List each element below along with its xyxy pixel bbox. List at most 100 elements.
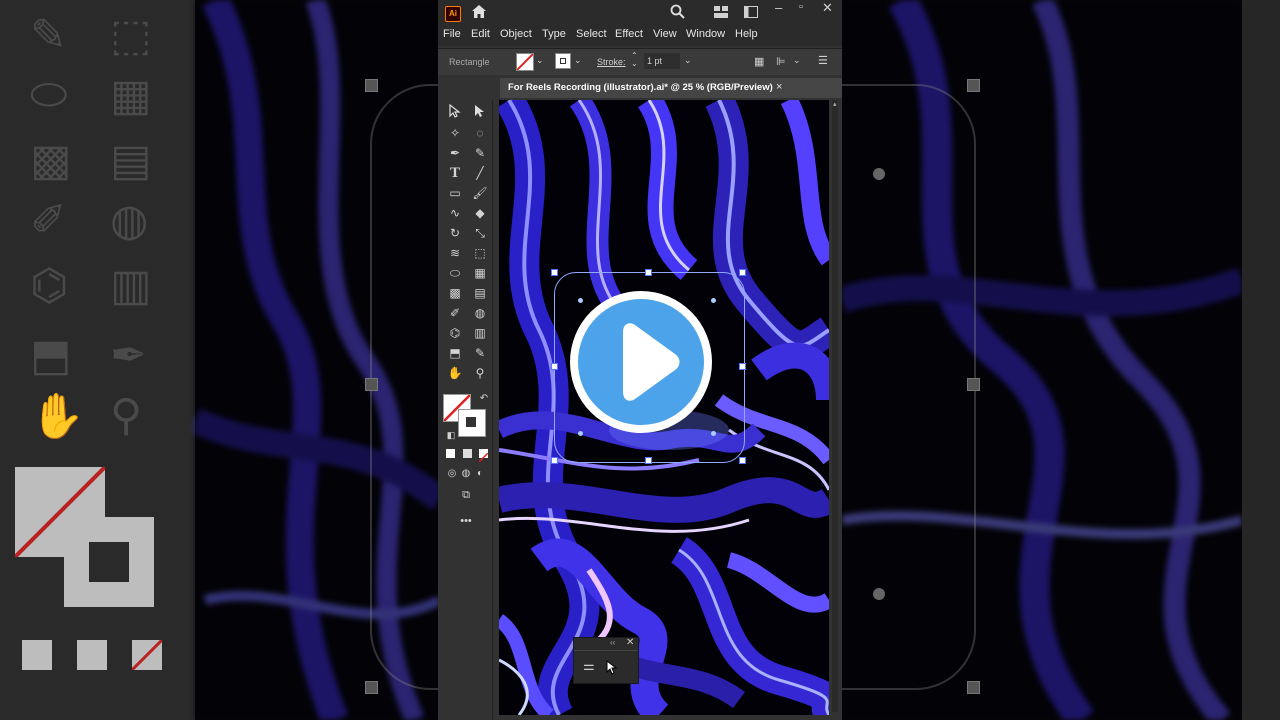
eyedropper-tool-icon[interactable]: ✐ [445,304,465,322]
transform-handle[interactable] [739,457,746,464]
control-bar-menu-icon[interactable]: ☰ [818,54,828,67]
edit-toolbar-icon[interactable]: ••• [456,512,476,530]
artboard-tool-icon[interactable]: ⬒ [445,344,465,362]
transform-handle[interactable] [645,269,652,276]
blurred-perspective-icon: ▦ [110,71,152,120]
title-bar: Ai – ▫ ✕ [438,0,842,24]
shaper-tool-icon[interactable]: ∿ [445,204,465,222]
menu-edit[interactable]: Edit [471,28,490,40]
stroke-weight-chevron-icon[interactable]: ⌄ [684,55,692,66]
blurred-none-mode [130,638,164,672]
magic-wand-icon[interactable]: ✧ [445,124,465,142]
transform-handle[interactable] [739,363,746,370]
shape-builder-tool-icon[interactable]: ⬭ [445,264,465,282]
menu-select[interactable]: Select [576,28,607,40]
free-transform-tool-icon[interactable]: ⬚ [470,244,490,262]
swap-fill-stroke-icon[interactable]: ↶ [474,390,494,408]
search-icon[interactable] [670,4,685,22]
play-button-graphic[interactable] [551,269,746,464]
stroke-stepper-icon[interactable]: ⌃ ⌄ [631,52,638,68]
minimize-button[interactable]: – [775,0,782,15]
default-colors-icon[interactable]: ◧ [441,426,461,444]
menu-view[interactable]: View [653,28,677,40]
transform-handle[interactable] [739,269,746,276]
stroke-weight-value: 1 pt [647,56,663,66]
lasso-tool-icon[interactable]: ◌ [470,124,490,142]
direct-selection-tool-icon[interactable] [470,104,490,122]
stroke-swatch[interactable] [555,53,571,69]
blurred-handle [365,681,378,694]
properties-sliders-icon[interactable]: ⚌ [583,658,595,674]
align-grid-icon[interactable]: ▦ [754,55,764,68]
home-icon[interactable] [471,4,487,22]
blurred-right-edge [1242,0,1280,720]
blend-tool-icon[interactable]: ◍ [470,304,490,322]
curvature-tool-icon[interactable]: ✎ [470,144,490,162]
slice-tool-icon[interactable]: ✎ [470,344,490,362]
gradient-tool-icon[interactable]: ▤ [470,284,490,302]
transform-handle[interactable] [551,363,558,370]
close-window-button[interactable]: ✕ [822,0,833,16]
eraser-tool-icon[interactable]: ◆ [470,204,490,222]
column-graph-tool-icon[interactable]: ▥ [470,324,490,342]
panel-collapse-icon[interactable]: ‹‹ [610,638,615,647]
menu-object[interactable]: Object [500,28,532,40]
panel-close-icon[interactable]: ✕ [626,637,634,648]
symbol-sprayer-tool-icon[interactable]: ⌬ [445,324,465,342]
artboard-canvas[interactable]: ‹‹ ✕ ⚌ [499,100,829,715]
scale-tool-icon[interactable]: ⤡ [470,224,490,242]
blurred-curvature-icon: ✎ [30,11,67,60]
scroll-up-icon[interactable]: ▴ [833,100,837,108]
blurred-hand-icon: ✋ [30,392,85,441]
maximize-button[interactable]: ▫ [799,1,803,13]
menu-file[interactable]: File [443,28,461,40]
blurred-artboard2-icon: ⬒ [30,331,72,380]
mesh-tool-icon[interactable]: ▩ [445,284,465,302]
blurred-handle [967,681,980,694]
type-tool-icon[interactable]: T [445,164,465,182]
fill-swatch[interactable] [516,53,534,71]
none-mode-icon[interactable] [478,449,489,463]
arrange-documents-icon[interactable] [744,6,758,21]
line-tool-icon[interactable]: ╱ [470,164,490,182]
selection-tool-icon[interactable] [445,103,465,122]
pen-tool-icon[interactable]: ✒ [445,144,465,162]
draw-inside-icon[interactable]: ◐ [470,465,490,483]
menu-effect[interactable]: Effect [615,28,643,40]
stroke-dropdown-chevron-icon[interactable]: ⌄ [574,55,582,66]
menu-help[interactable]: Help [735,28,758,40]
blurred-artboard-icon: ⬚ [110,11,152,60]
fill-dropdown-chevron-icon[interactable]: ⌄ [536,55,544,66]
menu-window[interactable]: Window [686,28,725,40]
menu-bar: File Edit Object Type Select Effect View… [438,24,842,46]
stroke-color-swatch[interactable] [458,409,486,437]
control-bar: Rectangle ⌄ ⌄ Stroke: ⌃ ⌄ 1 pt ⌄ ▦ ⊫ ⌄ ☰ [438,48,842,75]
blurred-handle [365,378,378,391]
vertical-scrollbar[interactable]: ▴ [832,100,838,712]
transform-handle[interactable] [645,457,652,464]
blurred-toolbar-left: ✎ ⬚ ⬭ ▦ ▩ ▤ ✐ ◍ ⌬ ▥ ⬒ ✒ ✋ ⚲ [0,0,195,720]
align-options-icon[interactable]: ⊫ [776,55,786,68]
stroke-weight-field[interactable]: 1 pt [644,53,680,69]
transform-handle[interactable] [551,269,558,276]
zoom-tool-icon[interactable]: ⚲ [470,364,490,382]
screen-mode-icon[interactable]: ⧉ [456,486,476,504]
hand-tool-icon[interactable]: ✋ [445,364,465,382]
align-chevron-icon[interactable]: ⌄ [793,55,801,66]
play-circle-icon [570,291,712,433]
color-mode-icon[interactable] [446,449,455,458]
rectangle-tool-icon[interactable]: ▭ [445,184,465,202]
paintbrush-tool-icon[interactable]: 🖌 [470,184,490,202]
transform-handle[interactable] [551,457,558,464]
document-tab[interactable]: For Reels Recording (illustrator).ai* @ … [500,78,842,98]
close-document-icon[interactable]: × [776,81,782,93]
rotate-tool-icon[interactable]: ↻ [445,224,465,242]
stroke-label[interactable]: Stroke: [597,57,626,67]
workspace-icon[interactable] [714,6,728,21]
warp-tool-icon[interactable]: ≋ [445,244,465,262]
perspective-grid-tool-icon[interactable]: ▦ [470,264,490,282]
illustrator-window: Ai – ▫ ✕ File Edit Object Type Select Ef… [438,0,842,720]
blurred-handle [967,79,980,92]
menu-type[interactable]: Type [542,28,566,40]
gradient-mode-icon[interactable] [463,449,472,458]
